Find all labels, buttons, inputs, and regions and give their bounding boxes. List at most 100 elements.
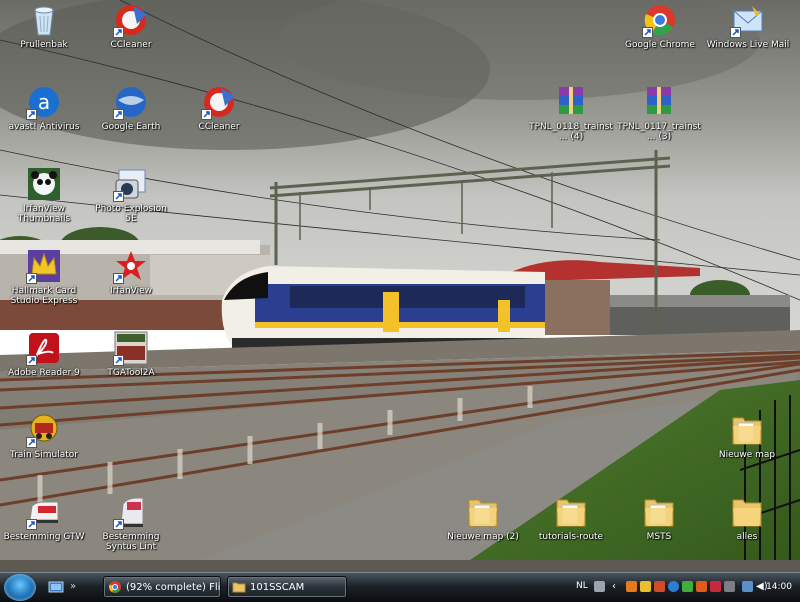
desktop-icon-ccleaner-2[interactable]: CCleaner xyxy=(177,84,261,132)
tray-app-icon[interactable] xyxy=(626,581,637,592)
irfanview-icon xyxy=(113,248,149,284)
train-gtw-icon xyxy=(26,494,62,530)
recycle-bin-icon xyxy=(26,2,62,38)
desktop-icon-google-chrome[interactable]: Google Chrome xyxy=(618,2,702,50)
desktop-icon-label: Photo Explosion 5E xyxy=(95,204,167,224)
desktop-icon-label: TGATool2A xyxy=(107,368,155,378)
shortcut-arrow-icon xyxy=(113,191,124,202)
desktop-icon-tpnl-0118[interactable]: TPNL_0118_trainst... (4) xyxy=(529,84,613,142)
tray-app-icon[interactable] xyxy=(682,581,693,592)
photo-explosion-icon xyxy=(113,166,149,202)
google-chrome-icon xyxy=(109,581,121,593)
desktop-icon-avast[interactable]: a avast! Antivirus xyxy=(2,84,86,132)
desktop-icon-nieuwe-map-2[interactable]: Nieuwe map (2) xyxy=(441,494,525,542)
shortcut-arrow-icon xyxy=(26,519,37,530)
desktop-icon-msts[interactable]: MSTS xyxy=(617,494,701,542)
desktop-icon-tutorials-route[interactable]: tutorials-route xyxy=(529,494,613,542)
keyboard-icon[interactable] xyxy=(594,581,605,592)
desktop-icon-adobe-reader[interactable]: Adobe Reader 9 xyxy=(2,330,86,378)
desktop-icon-label: CCleaner xyxy=(110,40,152,50)
google-chrome-icon xyxy=(642,2,678,38)
desktop-icon-label: CCleaner xyxy=(198,122,240,132)
shortcut-arrow-icon xyxy=(26,437,37,448)
desktop-icon-train-simulator[interactable]: Train Simulator xyxy=(2,412,86,460)
network-icon[interactable] xyxy=(742,581,753,592)
quick-launch-more-button[interactable]: » xyxy=(70,579,76,596)
taskbar-button-label: 101SSCAM xyxy=(250,582,305,593)
desktop-icon-label: Bestemming GTW xyxy=(3,532,85,542)
desktop-icon-label: Google Chrome xyxy=(625,40,695,50)
tray-app-icon[interactable] xyxy=(710,581,721,592)
shortcut-arrow-icon xyxy=(201,109,212,120)
shortcut-arrow-icon xyxy=(113,355,124,366)
desktop-icon-irfanview-thumbnails[interactable]: IrfanView Thumbnails xyxy=(2,166,86,224)
desktop-icon-label: Hallmark Card Studio Express xyxy=(10,286,78,306)
clock[interactable]: 14:00 xyxy=(766,582,792,592)
system-tray: NL ‹ ◀) 14:00 xyxy=(576,575,800,600)
tray-app-icon[interactable] xyxy=(654,581,665,592)
shortcut-arrow-icon xyxy=(113,273,124,284)
desktop-icon-google-earth[interactable]: Google Earth xyxy=(89,84,173,132)
irfanview-thumbnails-icon xyxy=(26,166,62,202)
taskbar-button-101sscam[interactable]: 101SSCAM xyxy=(227,576,347,598)
desktop-icon-label: IrfanView xyxy=(109,286,153,296)
desktop-icon-label: IrfanView Thumbnails xyxy=(17,204,71,224)
desktop-icon-alles[interactable]: alles xyxy=(705,494,789,542)
tray-app-icon[interactable] xyxy=(640,581,651,592)
windows-start-orb-icon[interactable] xyxy=(4,574,36,601)
desktop-icon-bestemming-syntus-lint[interactable]: Bestemming Syntus Lint xyxy=(89,494,173,552)
shortcut-arrow-icon xyxy=(113,27,124,38)
train-lint-icon xyxy=(113,494,149,530)
folder-icon xyxy=(729,412,765,448)
tray-app-icon[interactable] xyxy=(724,581,735,592)
folder-icon xyxy=(465,494,501,530)
desktop-icon-label: Prullenbak xyxy=(20,40,68,50)
desktop-icon-label: Windows Live Mail xyxy=(706,40,790,50)
folder-icon xyxy=(232,582,246,593)
folder-icon xyxy=(729,494,765,530)
train-simulator-icon xyxy=(26,412,62,448)
language-indicator[interactable]: NL xyxy=(576,581,588,591)
desktop-icon-prullenbak[interactable]: Prullenbak xyxy=(2,2,86,50)
tgatool-icon xyxy=(113,330,149,366)
desktop-icon-bestemming-gtw[interactable]: Bestemming GTW xyxy=(2,494,86,542)
desktop-icon-label: Nieuwe map (2) xyxy=(447,532,519,542)
winrar-archive-icon xyxy=(641,84,677,120)
desktop-icon-irfanview[interactable]: IrfanView xyxy=(89,248,173,296)
tray-app-icon[interactable] xyxy=(696,581,707,592)
desktop-icon-photo-explosion[interactable]: Photo Explosion 5E xyxy=(89,166,173,224)
desktop-icon-label: tutorials-route xyxy=(538,532,604,542)
ccleaner-icon xyxy=(201,84,237,120)
google-earth-icon xyxy=(113,84,149,120)
folder-icon xyxy=(641,494,677,530)
chevron-left-icon[interactable]: ‹ xyxy=(612,581,623,592)
ccleaner-icon xyxy=(113,2,149,38)
tray-app-icon[interactable] xyxy=(668,581,679,592)
desktop-icon-label: avast! Antivirus xyxy=(8,122,80,132)
show-desktop-icon[interactable] xyxy=(48,579,64,595)
desktop-icon-label: Bestemming Syntus Lint xyxy=(102,532,160,552)
desktop-icon-windows-live-mail[interactable]: Windows Live Mail xyxy=(706,2,790,50)
desktop-icon-hallmark[interactable]: Hallmark Card Studio Express xyxy=(2,248,86,306)
folder-icon xyxy=(553,494,589,530)
desktop-icon-nieuwe-map[interactable]: Nieuwe map xyxy=(705,412,789,460)
desktop-icon-ccleaner[interactable]: CCleaner xyxy=(89,2,173,50)
shortcut-arrow-icon xyxy=(642,27,653,38)
taskbar-button-label: (92% complete) Flic... xyxy=(126,582,221,593)
desktop-icon-label: Google Earth xyxy=(101,122,161,132)
taskbar-button-chrome[interactable]: (92% complete) Flic... xyxy=(103,576,221,598)
windows-live-mail-icon xyxy=(730,2,766,38)
winrar-archive-icon xyxy=(553,84,589,120)
desktop-icon-label: Nieuwe map xyxy=(718,450,776,460)
adobe-reader-icon xyxy=(26,330,62,366)
shortcut-arrow-icon xyxy=(730,27,741,38)
shortcut-arrow-icon xyxy=(113,519,124,530)
desktop-icon-label: Adobe Reader 9 xyxy=(8,368,80,378)
svg-text:a: a xyxy=(38,90,50,114)
avast-icon: a xyxy=(26,84,62,120)
shortcut-arrow-icon xyxy=(26,109,37,120)
desktop-icon-label: alles xyxy=(736,532,758,542)
shortcut-arrow-icon xyxy=(26,355,37,366)
desktop-icon-tgatool[interactable]: TGATool2A xyxy=(89,330,173,378)
desktop-icon-tpnl-0117[interactable]: TPNL_0117_trainst... (3) xyxy=(617,84,701,142)
